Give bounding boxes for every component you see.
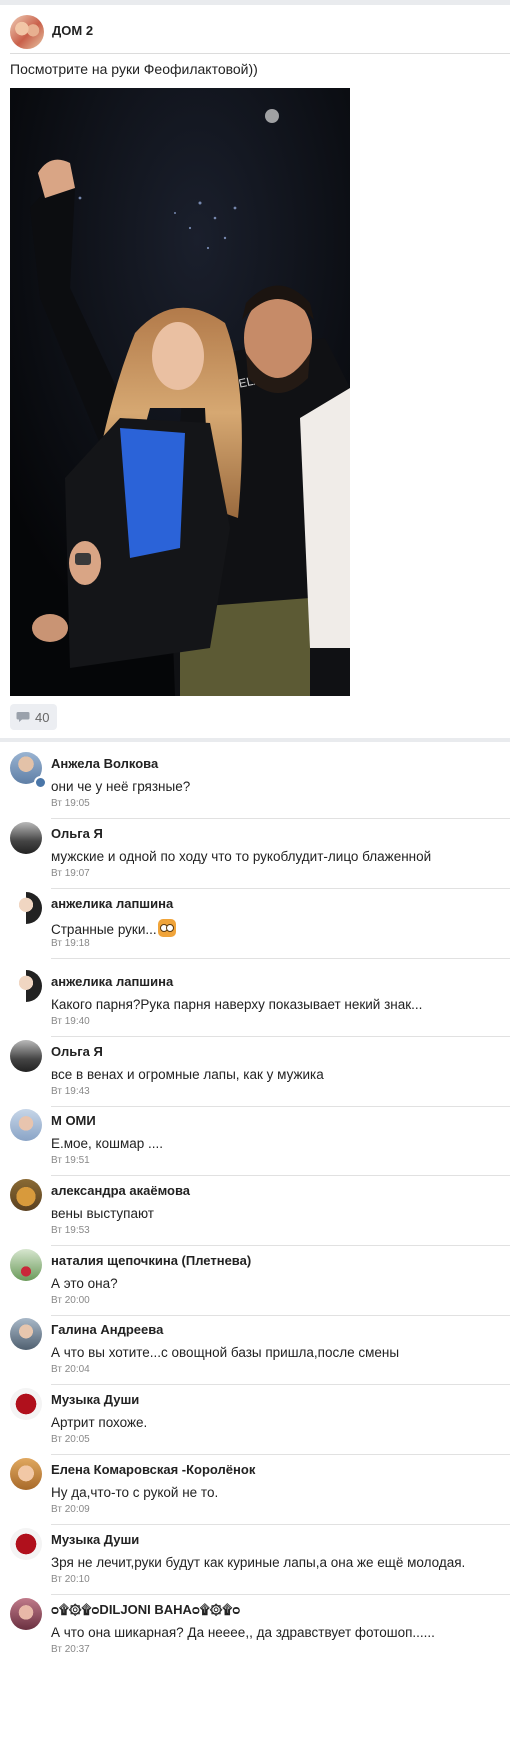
comment-author[interactable]: анжелика лапшина [51,974,173,989]
comment-time: Вт 19:40 [51,1016,90,1027]
comment-text: вены выступают [51,1206,154,1221]
comment-text: они че у неё грязные? [51,779,191,794]
comment-time: Вт 20:09 [51,1504,90,1515]
comment-divider [51,888,510,889]
comment-text: все в венах и огромные лапы, как у мужик… [51,1067,324,1082]
group-name-link[interactable]: ДОМ 2 [52,23,93,38]
comment-divider [51,1175,510,1176]
comment-divider [51,1315,510,1316]
comments-count-button[interactable]: 40 [10,704,58,730]
avatar[interactable] [10,1249,42,1281]
comment-author[interactable]: Галина Андреева [51,1322,163,1337]
comment-time: Вт 20:37 [51,1644,90,1655]
group-avatar[interactable] [10,15,44,49]
avatar[interactable] [10,1598,42,1630]
comment-text: А что она шикарная? Да нееее,, да здравс… [51,1625,435,1640]
comment-author[interactable]: Ольга Я [51,1044,103,1059]
comment-divider [51,818,510,819]
comment-time: Вт 19:18 [51,938,90,949]
comment-time: Вт 19:43 [51,1086,90,1097]
comment-author[interactable]: ᴑ۩۞۩ᴑDILJONI BAHAᴑ۩۞۩ᴑ [51,1602,240,1618]
speech-bubble-icon [16,712,30,722]
comment-author[interactable]: Елена Комаровская -Королёнок [51,1462,255,1477]
comment-author[interactable]: Анжела Волкова [51,756,158,771]
comment-divider [51,958,510,959]
avatar[interactable] [10,1040,42,1072]
comment-time: Вт 20:05 [51,1434,90,1445]
comments-count: 40 [35,709,50,725]
post-header: ДОМ 2 [10,15,500,51]
comment-divider [51,1036,510,1037]
comments-list: Анжела Волкова они че у неё грязные? Вт … [0,742,510,1762]
avatar[interactable] [10,1318,42,1350]
post-photo[interactable]: PAMELAPOYA [10,88,350,696]
comment-divider [51,1454,510,1455]
comment-text: Ну да,что-то с рукой не то. [51,1485,219,1500]
avatar[interactable] [10,1458,42,1490]
comment-time: Вт 20:00 [51,1295,90,1306]
comment-author[interactable]: Музыка Души [51,1392,139,1407]
avatar[interactable] [10,970,42,1002]
avatar[interactable] [10,892,42,924]
post-photo-image: PAMELAPOYA [10,88,350,696]
comment-divider [51,1524,510,1525]
header-divider [10,53,510,54]
post-text: Посмотрите на руки Феофилактовой)) [10,61,258,77]
comment-text: Е.мое, кошмар .... [51,1136,164,1151]
post-card: ДОМ 2 Посмотрите на руки Феофилактовой)) [0,5,510,738]
comment-text: Артрит похоже. [51,1415,148,1430]
comment-author[interactable]: александра акаёмова [51,1183,190,1198]
online-indicator-icon [34,776,47,789]
comment-text: А что вы хотите...с овощной базы пришла,… [51,1345,400,1360]
comment-text: Странные руки... [51,919,176,937]
comment-divider [51,1245,510,1246]
comment-author[interactable]: Музыка Души [51,1532,139,1547]
avatar[interactable] [10,1528,42,1560]
comment-divider [51,1594,510,1595]
comment-time: Вт 19:53 [51,1225,90,1236]
comment-text: А это она? [51,1276,118,1291]
comment-time: Вт 20:10 [51,1574,90,1585]
comment-divider [51,1106,510,1107]
comment-time: Вт 19:05 [51,798,90,809]
comment-text: Какого парня?Рука парня наверху показыва… [51,997,423,1012]
comment-divider [51,1384,510,1385]
avatar[interactable] [10,1179,42,1211]
comment-author[interactable]: М ОМИ [51,1113,96,1128]
comment-author[interactable]: анжелика лапшина [51,896,173,911]
comment-text: Зря не лечит,руки будут как куриные лапы… [51,1555,466,1570]
comment-author[interactable]: наталия щепочкина (Плетнева) [51,1253,251,1268]
comment-time: Вт 19:51 [51,1155,90,1166]
comment-time: Вт 19:07 [51,868,90,879]
comment-text: мужские и одной по ходу что то рукоблуди… [51,849,432,864]
comment-author[interactable]: Ольга Я [51,826,103,841]
avatar[interactable] [10,822,42,854]
cat-emoji-icon [157,919,176,937]
comment-time: Вт 20:04 [51,1364,90,1375]
avatar[interactable] [10,1109,42,1141]
avatar[interactable] [10,1388,42,1420]
